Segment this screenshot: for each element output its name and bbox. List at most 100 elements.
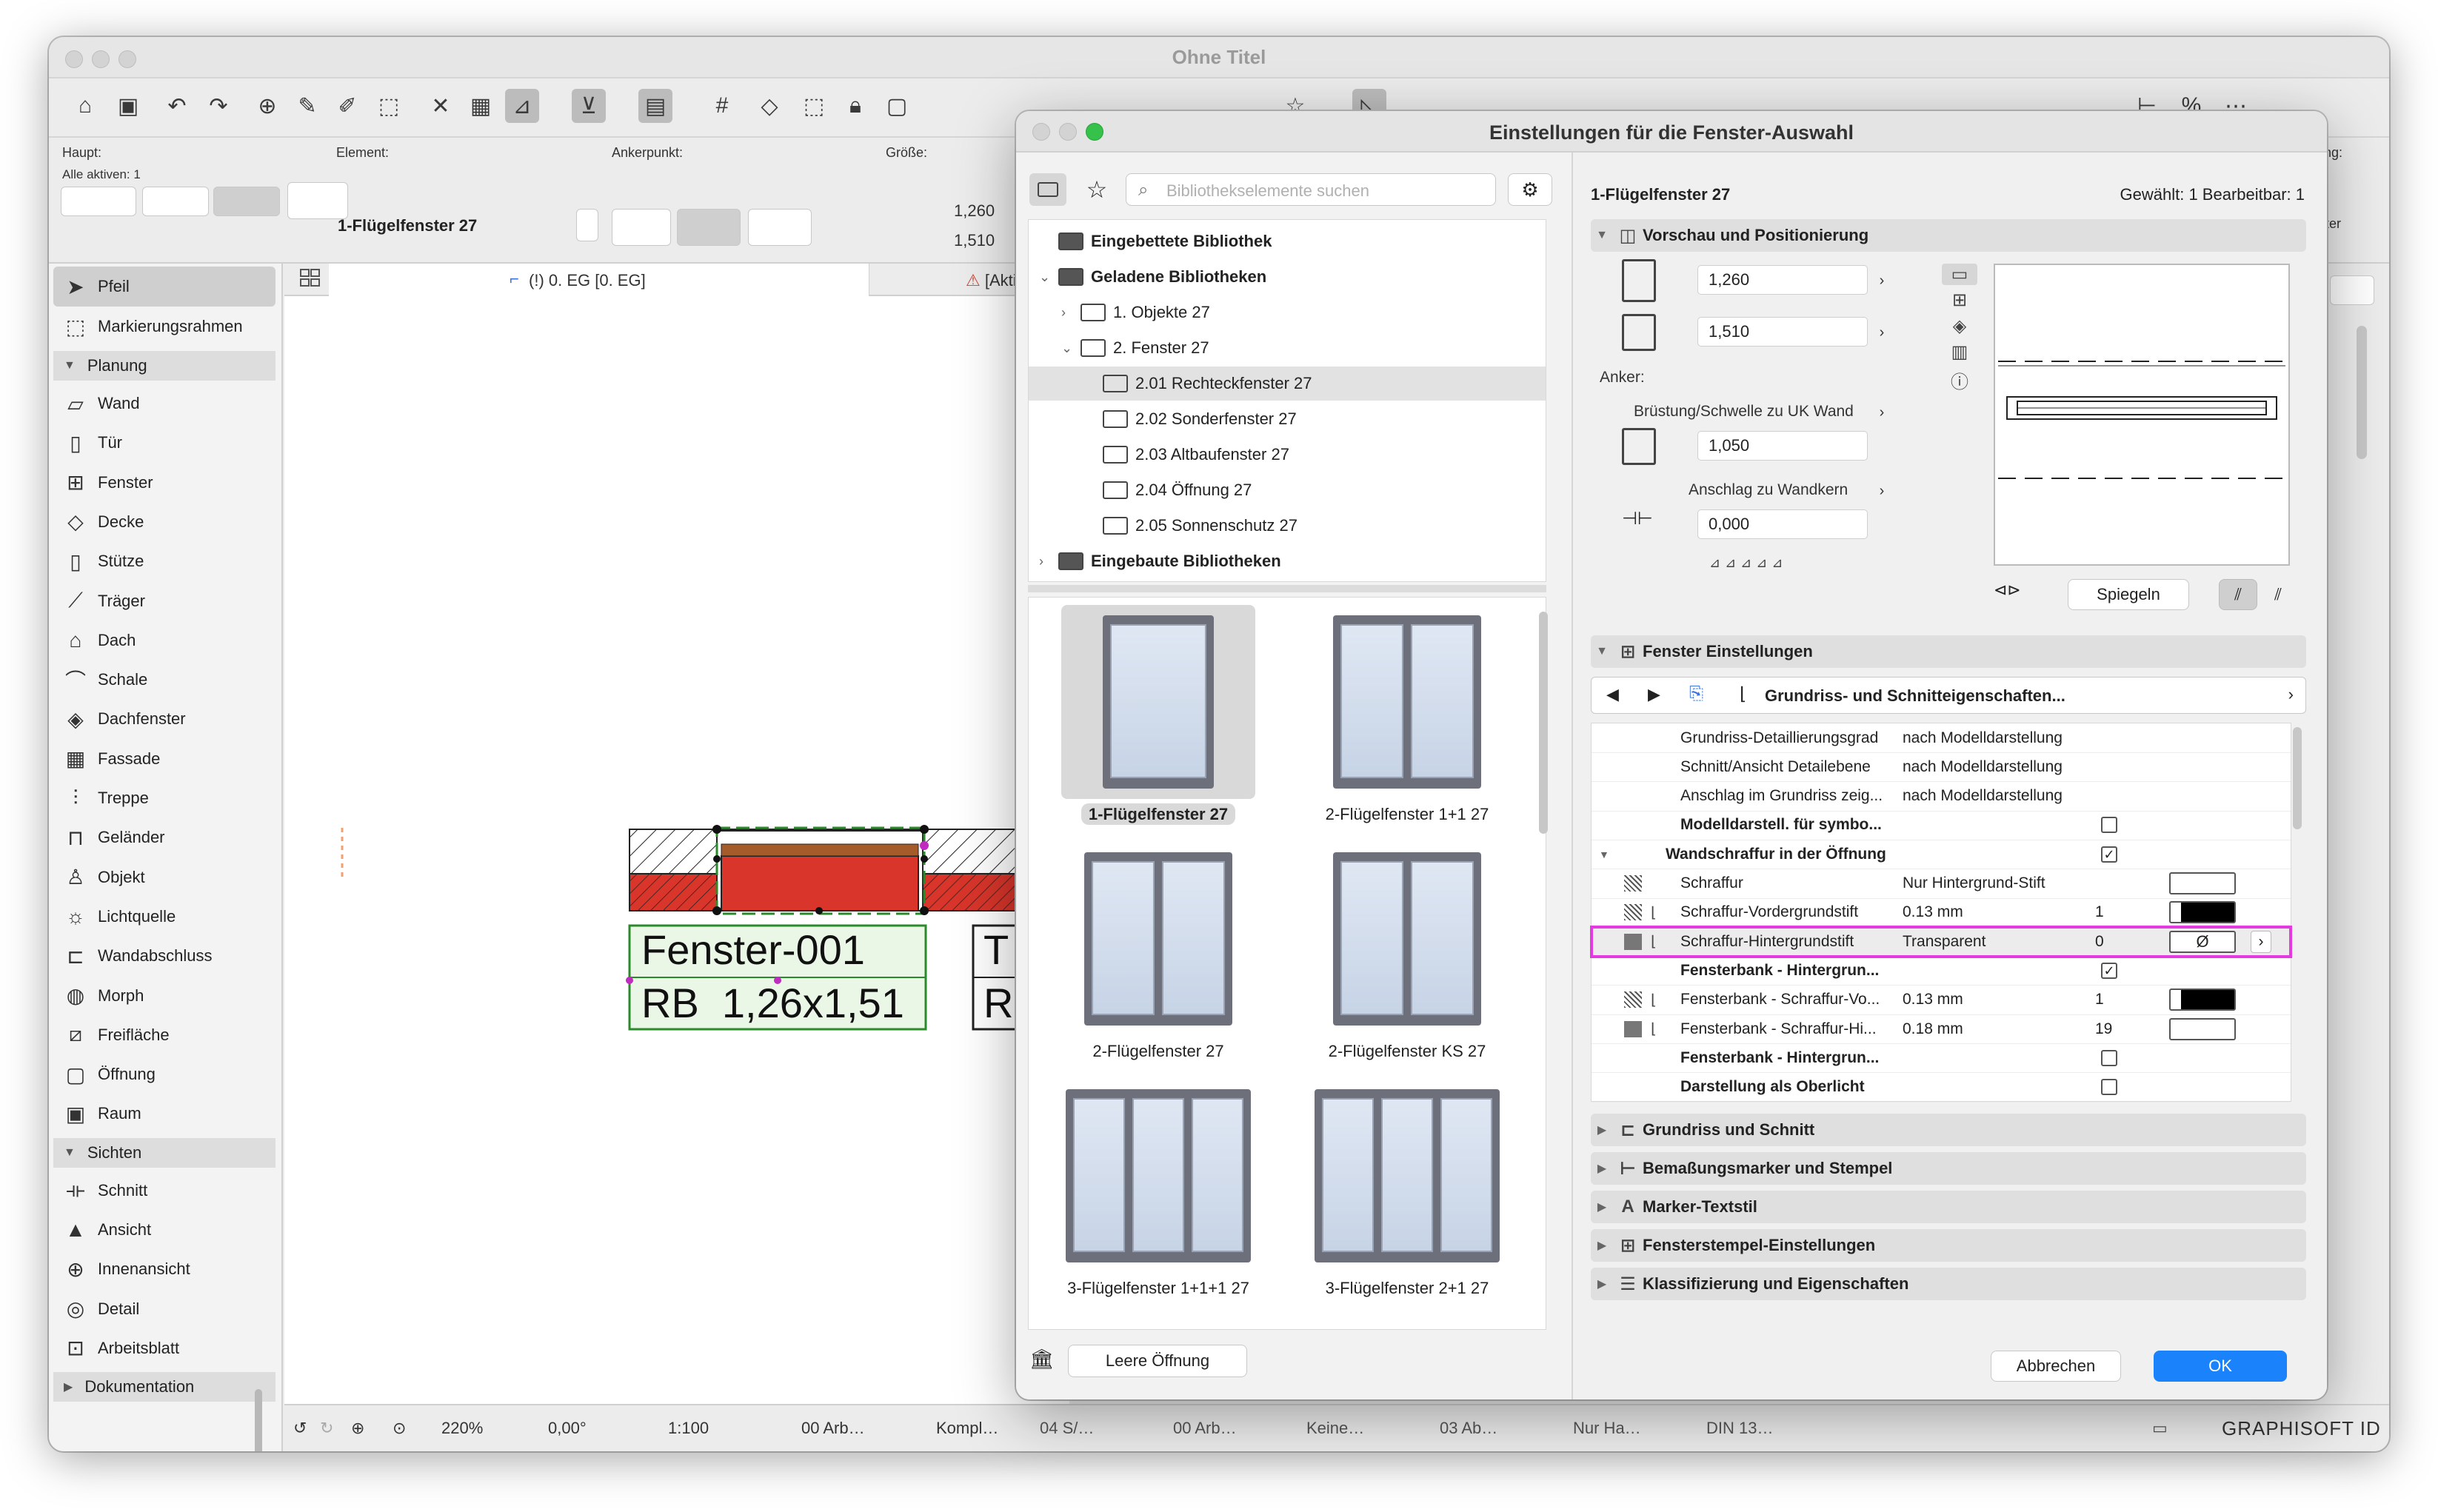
status-item-4[interactable]: 03 Ab… xyxy=(1440,1419,1497,1438)
angle-value[interactable]: 0,00° xyxy=(548,1419,587,1438)
toolbox-section-1[interactable]: ▼ Sichten xyxy=(53,1137,275,1168)
library-settings-gear-icon[interactable]: ⚙ xyxy=(1508,173,1552,206)
width-field[interactable]: 1,260 xyxy=(1697,265,1868,295)
magic-wand-icon[interactable]: ⬚ xyxy=(372,89,406,123)
toolbox-section-0[interactable]: ▼ Planung xyxy=(53,351,275,381)
parameter-value[interactable]: nach Modelldarstellung xyxy=(1903,729,2063,747)
tree-item[interactable]: › Eingebaute Bibliotheken xyxy=(1029,544,1546,578)
status-item-0[interactable]: Kompl… xyxy=(936,1419,998,1438)
parameter-checkbox[interactable] xyxy=(2101,1079,2117,1096)
tree-item[interactable]: › 1. Objekte 27 xyxy=(1029,295,1546,330)
pen-number[interactable]: 1 xyxy=(2095,903,2104,921)
lock-icon[interactable]: 🔒︎ xyxy=(838,89,872,123)
parameter-row[interactable]: Fensterbank - Hintergrun... xyxy=(1592,1043,2291,1074)
tool-opening[interactable]: ▢ Öffnung xyxy=(53,1054,275,1094)
elevation-view-icon[interactable]: ⊞ xyxy=(1952,290,1967,311)
tool-roof[interactable]: ⌂ Dach xyxy=(53,620,275,660)
toolbox-scrollbar[interactable] xyxy=(255,1389,262,1451)
pen-color-swatch[interactable] xyxy=(2169,901,2236,924)
tree-item[interactable]: ⌄ Geladene Bibliotheken xyxy=(1029,260,1546,294)
parameter-checkbox[interactable]: ✓ xyxy=(2101,962,2117,979)
height-field[interactable]: 1,510 xyxy=(1697,317,1868,347)
element-value[interactable]: 1-Flügelfenster 27 xyxy=(338,216,477,235)
tool-column[interactable]: ▯ Stütze xyxy=(53,541,275,581)
tool-section[interactable]: ⟛ Schnitt xyxy=(53,1171,275,1211)
find-select-icon[interactable]: ⊕ xyxy=(250,89,284,123)
parameter-row[interactable]: Schnitt/Ansicht Detailebene nach Modellda… xyxy=(1592,752,2291,783)
zoom-in-icon[interactable]: ⊕ xyxy=(351,1419,364,1438)
parameter-row-highlighted[interactable]: ⌊ Schraffur-Hintergrundstift Transparent 0 Ø… xyxy=(1590,926,2292,959)
section-collapsed[interactable]: ▶ ☰ Klassifizierung und Eigenschaften xyxy=(1591,1268,2306,1300)
parameter-row[interactable]: Schraffur Nur Hintergrund-Stift xyxy=(1592,869,2291,899)
parameter-row[interactable]: Fensterbank - Hintergrun... ✓ xyxy=(1592,956,2291,986)
layer-value[interactable]: 00 Arb… xyxy=(801,1419,865,1438)
select-mode-button[interactable] xyxy=(213,187,280,216)
parameter-value[interactable]: Nur Hintergrund-Stift xyxy=(1903,874,2045,892)
tree-item[interactable]: 2.01 Rechteckfenster 27 xyxy=(1029,367,1546,401)
redo-icon[interactable]: ↷ xyxy=(201,89,236,123)
library-thumbnail[interactable]: 2-Flügelfenster KS 27 xyxy=(1285,842,1529,1079)
tree-item[interactable]: 2.04 Öffnung 27 xyxy=(1029,473,1546,507)
width-arrow-icon[interactable]: › xyxy=(1872,268,1891,293)
parameter-scrollbar[interactable] xyxy=(2293,727,2302,829)
geometry-button[interactable] xyxy=(287,182,348,219)
width-value[interactable]: 1,260 xyxy=(954,201,995,221)
pen-none-swatch[interactable]: Ø xyxy=(2169,930,2236,953)
section-collapsed[interactable]: ▶ ⊢ Bemaßungsmarker und Stempel xyxy=(1591,1152,2306,1185)
right-panel-menu-button[interactable] xyxy=(2330,275,2374,305)
tool-skylight[interactable]: ◈ Dachfenster xyxy=(53,699,275,739)
info-icon[interactable]: ⓘ xyxy=(1951,367,1968,393)
tool-zone[interactable]: ▣ Raum xyxy=(53,1094,275,1134)
anchor-options-icons[interactable]: ⊿⊿⊿⊿⊿ xyxy=(1709,555,1857,582)
tool-morph[interactable]: ◍ Morph xyxy=(53,976,275,1016)
tool-lamp[interactable]: ☼ Lichtquelle xyxy=(53,897,275,937)
thumbnails-scrollbar[interactable] xyxy=(1539,612,1548,834)
layer-filter-dropdown[interactable] xyxy=(61,187,136,216)
pen-number[interactable]: 0 xyxy=(2095,933,2104,951)
save-icon[interactable]: ▣ xyxy=(111,89,145,123)
floorplan-canvas[interactable]: ⌐ (!) 0. EG [0. EG] ⚠ [Aktions- xyxy=(284,264,1069,1404)
pen-color-swatch[interactable] xyxy=(2169,872,2236,894)
tree-item[interactable]: ⌄ 2. Fenster 27 xyxy=(1029,331,1546,365)
parameter-row[interactable]: ⌊ Schraffur-Vordergrundstift 0.13 mm 1 xyxy=(1592,898,2291,928)
expanded-triangle-icon[interactable]: ▼ xyxy=(1599,849,1609,860)
dimension-icon[interactable]: ▦ xyxy=(464,89,498,123)
trace-icon[interactable]: ▤ xyxy=(638,89,672,123)
parameter-row[interactable]: Grundriss-Detaillierungsgrad nach Modelld… xyxy=(1592,723,2291,753)
pen-number[interactable]: 1 xyxy=(2095,991,2104,1008)
toolbox-section-2[interactable]: ▶ Dokumentation xyxy=(53,1372,275,1402)
library-manager-icon[interactable]: 🏛︎ xyxy=(1029,1348,1059,1377)
parameter-value[interactable]: 0.18 mm xyxy=(1903,1020,1963,1038)
tool-arrow-pointer[interactable]: ➤ Pfeil xyxy=(53,267,275,307)
parameter-value[interactable]: 0.13 mm xyxy=(1903,903,1963,921)
status-item-6[interactable]: DIN 13… xyxy=(1706,1419,1773,1438)
tool-railing[interactable]: ⊓ Geländer xyxy=(53,817,275,857)
element-chevron-icon[interactable] xyxy=(576,209,598,241)
grid-icon[interactable]: # xyxy=(705,89,739,123)
tool-shell[interactable]: ⌒ Schale xyxy=(53,660,275,700)
status-item-5[interactable]: Nur Ha… xyxy=(1573,1419,1641,1438)
library-thumbnail[interactable]: 3-Flügelfenster 2+1 27 xyxy=(1285,1079,1529,1316)
ok-button[interactable]: OK xyxy=(2154,1351,2287,1382)
home-icon[interactable]: ⌂ xyxy=(68,89,102,123)
bruestung-arrow-icon[interactable]: › xyxy=(1872,400,1891,425)
tool-window[interactable]: ⊞ Fenster xyxy=(53,463,275,503)
plan-view-icon[interactable]: ▭ xyxy=(1942,264,1977,285)
anchor-left-button[interactable] xyxy=(612,209,671,246)
next-page-icon[interactable]: ▶ xyxy=(1648,685,1660,704)
tool-mesh[interactable]: ⧄ Freifläche xyxy=(53,1015,275,1055)
library-thumbnail[interactable]: 2-Flügelfenster 27 xyxy=(1036,842,1280,1079)
view-mode-icons[interactable]: ▭ ⊞ ◈ ▥ ⓘ xyxy=(1940,264,1979,441)
layer-icon[interactable]: ◇ xyxy=(752,89,786,123)
status-item-2[interactable]: 00 Arb… xyxy=(1173,1419,1237,1438)
splitter[interactable] xyxy=(1028,585,1546,592)
section-fenster-einstellungen[interactable]: ▼ ⊞ Fenster Einstellungen xyxy=(1591,635,2306,668)
layout-icon[interactable]: ▭ xyxy=(2152,1419,2168,1438)
library-thumbnail[interactable]: 3-Flügelfenster 1+1+1 27 xyxy=(1036,1079,1280,1316)
tool-elevation[interactable]: ▲ Ansicht xyxy=(53,1210,275,1250)
status-item-1[interactable]: 04 S/… xyxy=(1040,1419,1094,1438)
parameter-value[interactable]: nach Modelldarstellung xyxy=(1903,787,2063,805)
spiegeln-button[interactable]: Spiegeln xyxy=(2068,579,2189,610)
snap-icon[interactable]: ✕ xyxy=(424,89,458,123)
section-collapsed[interactable]: ▶ ⊏ Grundriss und Schnitt xyxy=(1591,1114,2306,1146)
